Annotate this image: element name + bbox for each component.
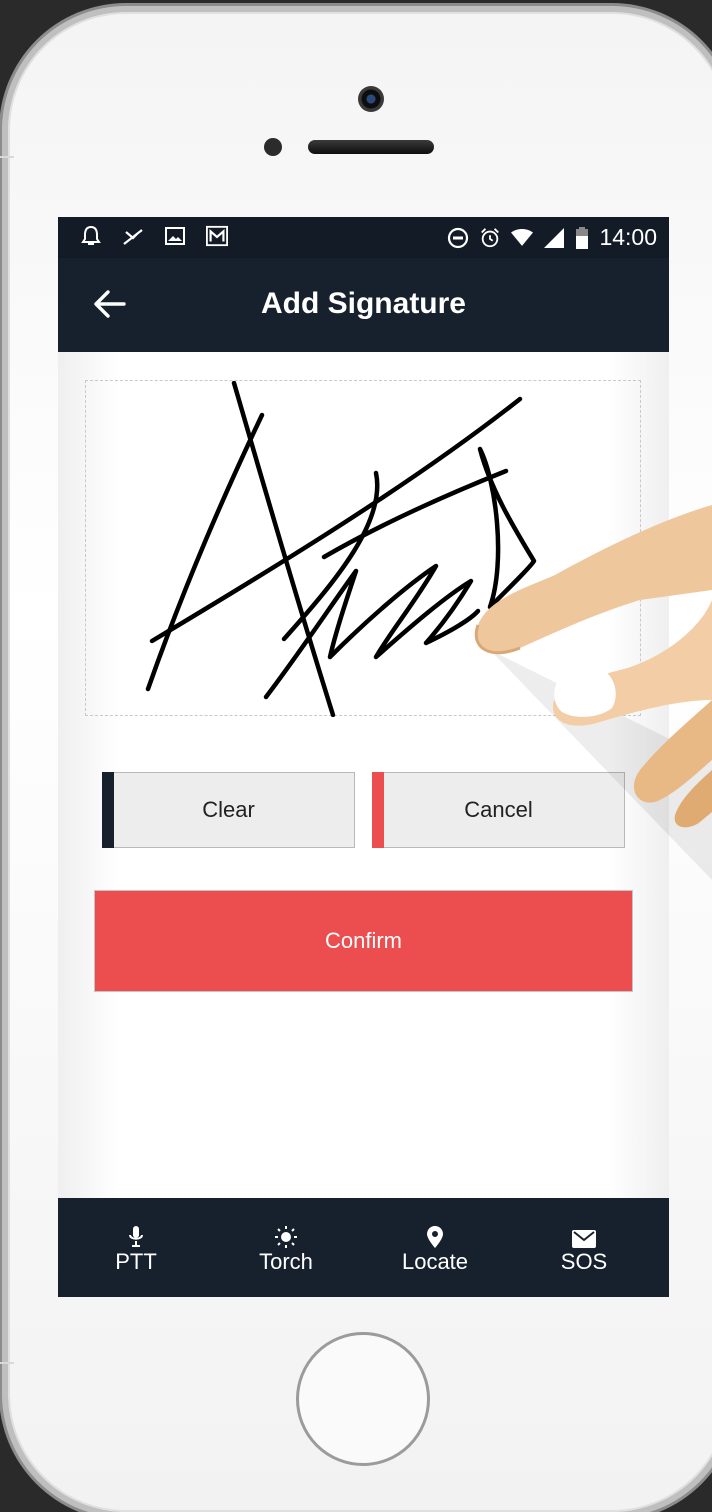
cancel-button-label: Cancel — [464, 797, 533, 822]
status-time: 14:00 — [599, 224, 657, 250]
missed-call-icon — [122, 225, 144, 247]
cancel-accent-bar — [372, 772, 384, 848]
signature-pad[interactable] — [85, 380, 641, 717]
location-pin-icon — [427, 1226, 443, 1248]
page-title: Add Signature — [260, 287, 466, 320]
nav-label-locate: Locate — [401, 1249, 469, 1274]
nav-item-torch[interactable]: Torch — [226, 1226, 346, 1275]
nav-label-torch: Torch — [259, 1249, 313, 1274]
phone-screen: 14:00 Add Signature Clear Cancel Confirm… — [58, 217, 669, 1297]
proximity-sensor — [264, 138, 282, 156]
home-button[interactable] — [296, 1332, 430, 1466]
front-camera — [358, 86, 384, 112]
sun-icon — [275, 1226, 297, 1248]
bell-icon — [80, 225, 102, 247]
microphone-icon — [129, 1226, 143, 1247]
wifi-icon — [511, 227, 534, 249]
clear-button[interactable]: Clear — [102, 772, 355, 848]
main-content: Clear Cancel Confirm — [58, 352, 669, 1198]
nav-item-ptt[interactable]: PTT — [76, 1226, 196, 1275]
nav-label-ptt: PTT — [115, 1249, 157, 1274]
confirm-button-label: Confirm — [324, 928, 402, 953]
signature-stroke — [145, 381, 537, 717]
bottom-nav: PTT Torch Locate SOS — [58, 1198, 669, 1297]
nav-item-locate[interactable]: Locate — [375, 1226, 495, 1275]
confirm-button[interactable]: Confirm — [94, 890, 633, 992]
envelope-icon — [572, 1230, 596, 1248]
clear-button-label: Clear — [202, 797, 255, 822]
battery-icon — [575, 226, 589, 249]
nav-item-sos[interactable]: SOS — [524, 1226, 644, 1275]
frame-seam — [0, 156, 14, 158]
image-icon — [164, 225, 186, 247]
status-bar: 14:00 — [58, 217, 669, 258]
signal-icon — [543, 227, 565, 249]
do-not-disturb-icon — [447, 227, 469, 249]
nav-label-sos: SOS — [560, 1249, 608, 1274]
alarm-icon — [479, 227, 501, 249]
clear-accent-bar — [102, 772, 114, 848]
cancel-button[interactable]: Cancel — [372, 772, 625, 848]
gmail-icon — [206, 225, 228, 247]
app-bar: Add Signature — [58, 258, 669, 352]
earpiece-speaker — [308, 140, 434, 154]
frame-seam — [0, 1362, 14, 1364]
